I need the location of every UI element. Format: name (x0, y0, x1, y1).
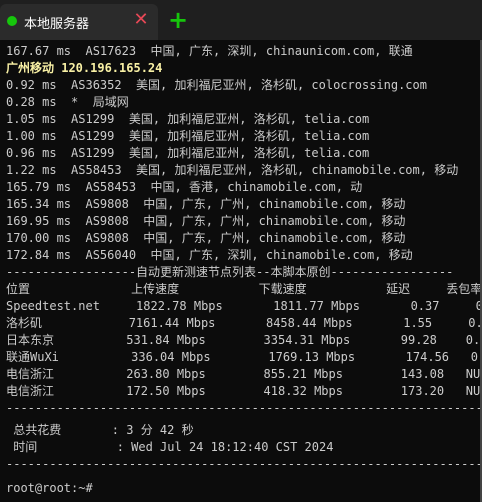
terminal-line: 165.34 ms AS9808 中国, 广东, 广州, chinamobile… (6, 197, 406, 211)
timestamp-line: 时间 : Wed Jul 24 18:12:40 CST 2024 (6, 440, 334, 454)
terminal-line: 170.00 ms AS9808 中国, 广东, 广州, chinamobile… (6, 231, 406, 245)
speedtest-table-row: 洛杉矶 7161.44 Mbps 8458.44 Mbps 1.55 0.0% (6, 316, 482, 330)
separator-line: ----------------------------------------… (6, 401, 482, 415)
speedtest-table-header: 位置 上传速度 下载速度 延迟 丢包率 (6, 282, 482, 296)
tab-title: 本地服务器 (24, 17, 90, 32)
speedtest-table-row: Speedtest.net 1822.78 Mbps 1811.77 Mbps … (6, 299, 482, 313)
terminal-line: 0.28 ms * 局域网 (6, 95, 129, 109)
terminal-line: 0.92 ms AS36352 美国, 加利福尼亚州, 洛杉矶, colocro… (6, 78, 427, 92)
terminal-line: 169.95 ms AS9808 中国, 广东, 广州, chinamobile… (6, 214, 406, 228)
close-icon[interactable]: ✕ (132, 10, 150, 30)
terminal-line: 167.67 ms AS17623 中国, 广东, 深圳, chinaunico… (6, 44, 413, 58)
terminal-line: 0.96 ms AS1299 美国, 加利福尼亚州, 洛杉矶, telia.co… (6, 146, 370, 160)
terminal-line: 1.22 ms AS58453 美国, 加利福尼亚州, 洛杉矶, chinamo… (6, 163, 459, 177)
terminal-line: 1.00 ms AS1299 美国, 加利福尼亚州, 洛杉矶, telia.co… (6, 129, 370, 143)
terminal-line: 165.79 ms AS58453 中国, 香港, chinamobile.co… (6, 180, 363, 194)
separator-line: ------------------自动更新测速节点列表--本脚本原创-----… (6, 265, 454, 279)
status-dot-icon (7, 16, 17, 26)
tab-bar: 本地服务器 ✕ + (0, 0, 482, 40)
separator-line: ----------------------------------------… (6, 457, 482, 471)
speedtest-table-row: 电信浙江 263.80 Mbps 855.21 Mbps 143.08 NULL (6, 367, 482, 381)
tab-local-server[interactable]: 本地服务器 ✕ (0, 4, 158, 40)
shell-prompt[interactable]: root@root:~# (6, 480, 93, 497)
terminal-line: 1.05 ms AS1299 美国, 加利福尼亚州, 洛杉矶, telia.co… (6, 112, 370, 126)
terminal-output[interactable]: 167.67 ms AS17623 中国, 广东, 深圳, chinaunico… (0, 40, 482, 502)
speedtest-table-row: 电信浙江 172.50 Mbps 418.32 Mbps 173.20 NULL (6, 384, 482, 398)
terminal-line: 172.84 ms AS56040 中国, 广东, 深圳, chinamobil… (6, 248, 413, 262)
total-time-line: 总共花费 : 3 分 42 秒 (6, 423, 194, 437)
terminal-line-highlight: 广州移动 120.196.165.24 (6, 61, 163, 75)
speedtest-table-row: 日本东京 531.84 Mbps 3354.31 Mbps 99.28 0.0% (6, 333, 482, 347)
speedtest-table-row: 联通WuXi 336.04 Mbps 1769.13 Mbps 174.56 0… (6, 350, 482, 364)
new-tab-icon[interactable]: + (168, 8, 188, 32)
